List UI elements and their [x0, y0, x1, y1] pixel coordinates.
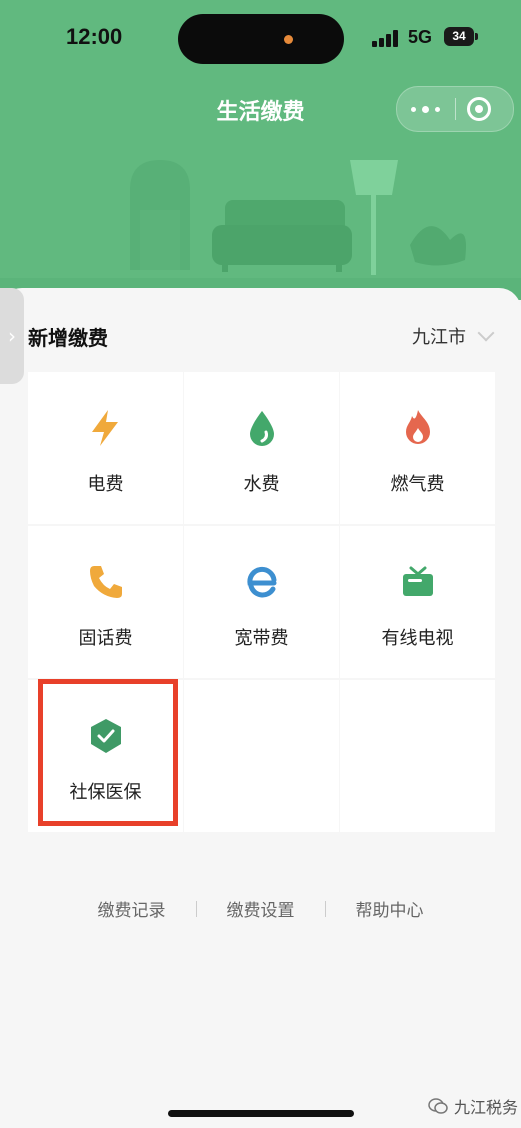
- status-bar: 12:00 5G 34: [0, 0, 521, 80]
- bill-label: 有线电视: [381, 628, 454, 649]
- dynamic-island: [178, 14, 344, 64]
- bill-label: 燃气费: [390, 474, 445, 495]
- section-title: 新增缴费: [28, 326, 108, 350]
- payment-records-link[interactable]: 缴费记录: [68, 896, 196, 921]
- signal-icon: [372, 30, 398, 47]
- chevron-down-icon: [477, 324, 495, 342]
- bill-broadband[interactable]: 宽带费: [184, 526, 339, 678]
- chevron-right-icon: ›: [8, 324, 16, 348]
- bill-cable-tv[interactable]: 有线电视: [340, 526, 495, 678]
- bill-water[interactable]: 水费: [184, 372, 339, 524]
- shield-check-icon: [90, 719, 121, 753]
- lightning-icon: [91, 410, 118, 446]
- bill-label: 社保医保: [69, 782, 142, 803]
- home-indicator: [168, 1110, 354, 1117]
- bill-landline[interactable]: 固话费: [28, 526, 183, 678]
- flame-icon: [405, 410, 430, 444]
- side-expand-tab[interactable]: ›: [0, 288, 24, 384]
- living-room-illustration: [0, 150, 521, 300]
- city-name: 九江市: [412, 327, 466, 348]
- bill-label: 宽带费: [234, 628, 289, 649]
- help-center-link[interactable]: 帮助中心: [326, 896, 454, 921]
- wechat-icon: [428, 1098, 448, 1114]
- close-miniprogram-icon[interactable]: [467, 97, 491, 121]
- broadband-e-icon: [246, 566, 276, 598]
- empty-cell: [184, 680, 339, 832]
- water-drop-icon: [249, 411, 274, 446]
- bill-label: 固话费: [78, 628, 133, 649]
- payment-settings-link[interactable]: 缴费设置: [197, 896, 325, 921]
- city-selector[interactable]: 九江市: [412, 323, 495, 349]
- watermark-text: 九江税务: [454, 1098, 519, 1117]
- network-type: 5G: [408, 27, 433, 47]
- bill-social-insurance[interactable]: 社保医保: [28, 680, 183, 832]
- bill-gas[interactable]: 燃气费: [340, 372, 495, 524]
- bill-label: 电费: [87, 474, 124, 495]
- tv-icon: [402, 566, 433, 596]
- watermark: 九江税务: [428, 1094, 518, 1118]
- empty-cell: [340, 680, 495, 832]
- more-icon[interactable]: [409, 97, 443, 121]
- bill-type-grid: 电费 水费 燃气费 固话费 宽带费 有线电视 社保医保: [28, 372, 495, 832]
- miniprogram-capsule: [396, 86, 514, 132]
- bill-label: 水费: [243, 474, 280, 495]
- bill-electricity[interactable]: 电费: [28, 372, 183, 524]
- battery-icon: 34: [444, 27, 478, 46]
- footer-links: 缴费记录 缴费设置 帮助中心: [0, 896, 521, 921]
- clock: 12:00: [66, 24, 123, 49]
- phone-icon: [89, 566, 122, 598]
